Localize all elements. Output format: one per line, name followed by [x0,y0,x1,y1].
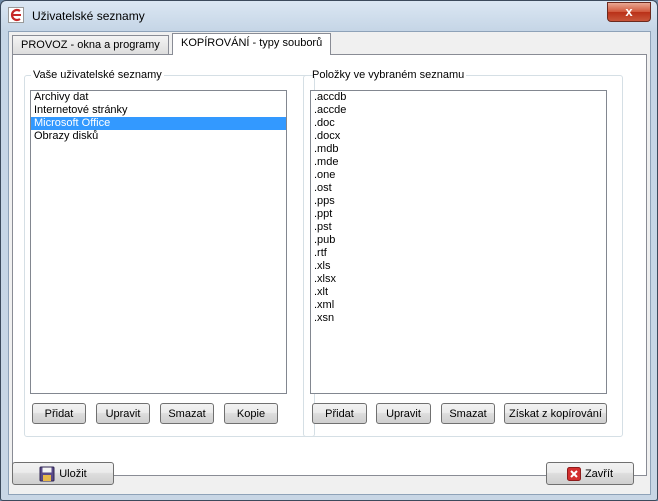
tab-label: PROVOZ - okna a programy [21,39,160,51]
app-logo-icon [8,7,24,23]
delete-list-button[interactable]: Smazat [160,403,214,424]
list-item[interactable]: .mdb [311,143,606,156]
copy-list-button[interactable]: Kopie [224,403,278,424]
fetch-from-copy-button[interactable]: Získat z kopírování [504,403,607,424]
tab-page-kopirovani: Vaše uživatelské seznamy Archivy dat Inte… [12,54,647,476]
close-button[interactable]: Zavřít [546,462,634,485]
list-item[interactable]: .xls [311,260,606,273]
save-label: Uložit [59,468,87,480]
floppy-disk-icon [39,466,55,482]
red-x-icon [566,467,581,482]
list-items-listbox[interactable]: .accdb .accde .doc .docx .mdb .mde .one .ost .pp… [310,90,607,394]
edit-item-button[interactable]: Upravit [376,403,431,424]
list-items-legend: Položky ve vybraném seznamu [312,69,465,81]
list-item[interactable]: .ost [311,182,606,195]
list-item[interactable]: Archivy dat [31,91,286,104]
window-title: Uživatelské seznamy [32,9,145,23]
list-item[interactable]: .xlsx [311,273,606,286]
user-lists-legend: Vaše uživatelské seznamy [33,69,162,81]
tab-provoz[interactable]: PROVOZ - okna a programy [12,35,169,55]
list-item[interactable]: .pub [311,234,606,247]
list-item[interactable]: .ppt [311,208,606,221]
list-item[interactable]: .accdb [311,91,606,104]
dialog-window: Uživatelské seznamy x PROVOZ - okna a pr… [0,0,658,501]
tab-kopirovani[interactable]: KOPÍROVÁNÍ - typy souborů [172,33,332,55]
list-item[interactable]: Internetové stránky [31,104,286,117]
list-item[interactable]: .rtf [311,247,606,260]
window-close-button[interactable]: x [607,2,651,22]
list-item[interactable]: .one [311,169,606,182]
list-item[interactable]: .pps [311,195,606,208]
dialog-client-area: PROVOZ - okna a programy KOPÍROVÁNÍ - ty… [8,31,651,495]
list-item[interactable]: Microsoft Office [31,117,286,130]
save-button[interactable]: Uložit [12,462,114,485]
list-item[interactable]: Obrazy disků [31,130,286,143]
close-label: Zavřít [584,468,614,480]
title-bar[interactable]: Uživatelské seznamy x [1,1,657,31]
list-item[interactable]: .doc [311,117,606,130]
list-item[interactable]: .mde [311,156,606,169]
list-item[interactable]: .xsn [311,312,606,325]
close-icon: x [625,4,633,19]
delete-item-button[interactable]: Smazat [441,403,495,424]
list-item[interactable]: .xlt [311,286,606,299]
list-item[interactable]: .accde [311,104,606,117]
edit-list-button[interactable]: Upravit [96,403,150,424]
tab-label: KOPÍROVÁNÍ - typy souborů [181,37,323,49]
list-item[interactable]: .xml [311,299,606,312]
add-list-button[interactable]: Přidat [32,403,86,424]
list-item[interactable]: .docx [311,130,606,143]
list-item[interactable]: .pst [311,221,606,234]
user-lists-listbox[interactable]: Archivy dat Internetové stránky Microsoft … [30,90,287,394]
add-item-button[interactable]: Přidat [312,403,367,424]
